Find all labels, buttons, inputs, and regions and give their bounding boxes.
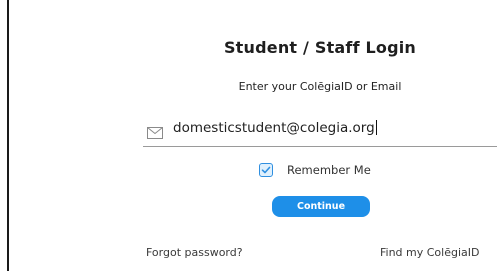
remember-me-checkbox[interactable] [259, 163, 273, 177]
login-instruction: Enter your ColēgiaID or Email [238, 80, 402, 93]
page-title: Student / Staff Login [223, 38, 417, 57]
continue-button[interactable]: Continue [272, 196, 370, 217]
checkmark-icon [261, 166, 271, 174]
remember-me-option[interactable]: Remember Me [259, 162, 371, 178]
forgot-password-link[interactable]: Forgot password? [146, 246, 243, 259]
text-caret [375, 120, 377, 135]
mail-icon [147, 124, 163, 139]
remember-me-label: Remember Me [287, 163, 371, 177]
email-field[interactable]: domesticstudent@colegia.org [143, 114, 497, 147]
email-input-value[interactable]: domesticstudent@colegia.org [173, 120, 377, 136]
find-my-id-link[interactable]: Find my ColēgiaID [380, 246, 479, 259]
